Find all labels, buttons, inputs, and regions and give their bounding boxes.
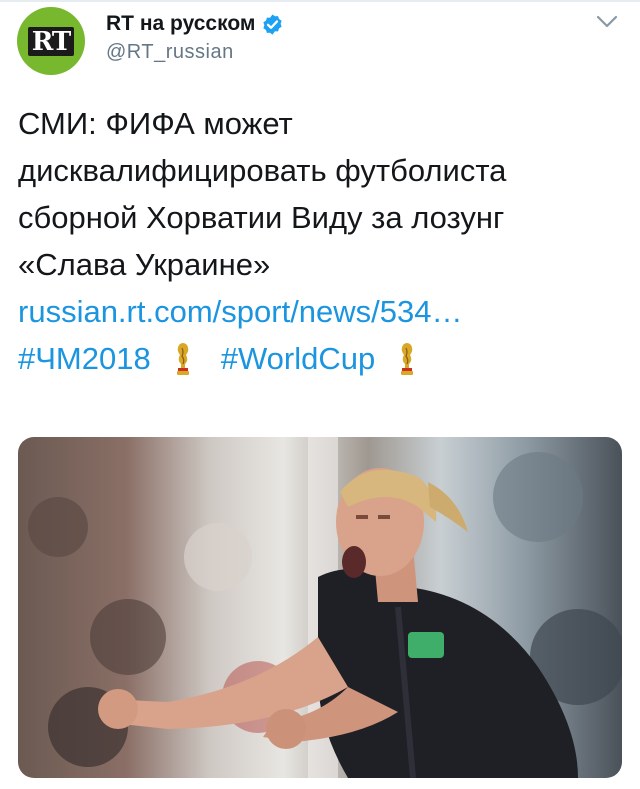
football-player-photo	[28, 437, 622, 778]
verified-badge-icon	[261, 13, 284, 36]
world-cup-trophy-icon	[397, 342, 417, 376]
hashtag-wc2018[interactable]: #ЧМ2018	[18, 335, 151, 382]
tweet-line: дисквалифицировать футболиста	[18, 153, 507, 188]
account-name-row[interactable]: RT на русском	[106, 10, 284, 38]
tweet-line: сборной Хорватии Виду за лозунг	[18, 200, 505, 235]
tweet-text: СМИ: ФИФА может дисквалифицировать футбо…	[18, 100, 628, 382]
tweet-photo[interactable]	[18, 437, 622, 778]
world-cup-trophy-icon	[173, 342, 193, 376]
article-link[interactable]: russian.rt.com/sport/news/534…	[18, 294, 463, 329]
avatar-logo: RT	[27, 26, 75, 56]
tweet-line: СМИ: ФИФА может	[18, 106, 293, 141]
display-name[interactable]: RT на русском	[106, 12, 255, 36]
account-handle[interactable]: @RT_russian	[106, 41, 234, 64]
tweet-line: «Слава Украине»	[18, 247, 271, 282]
chevron-down-icon[interactable]	[596, 14, 618, 30]
avatar[interactable]: RT	[17, 7, 85, 75]
top-divider	[0, 0, 640, 2]
hashtag-row: #ЧМ2018 #WorldCup	[18, 335, 628, 382]
hashtag-worldcup[interactable]: #WorldCup	[221, 335, 376, 382]
